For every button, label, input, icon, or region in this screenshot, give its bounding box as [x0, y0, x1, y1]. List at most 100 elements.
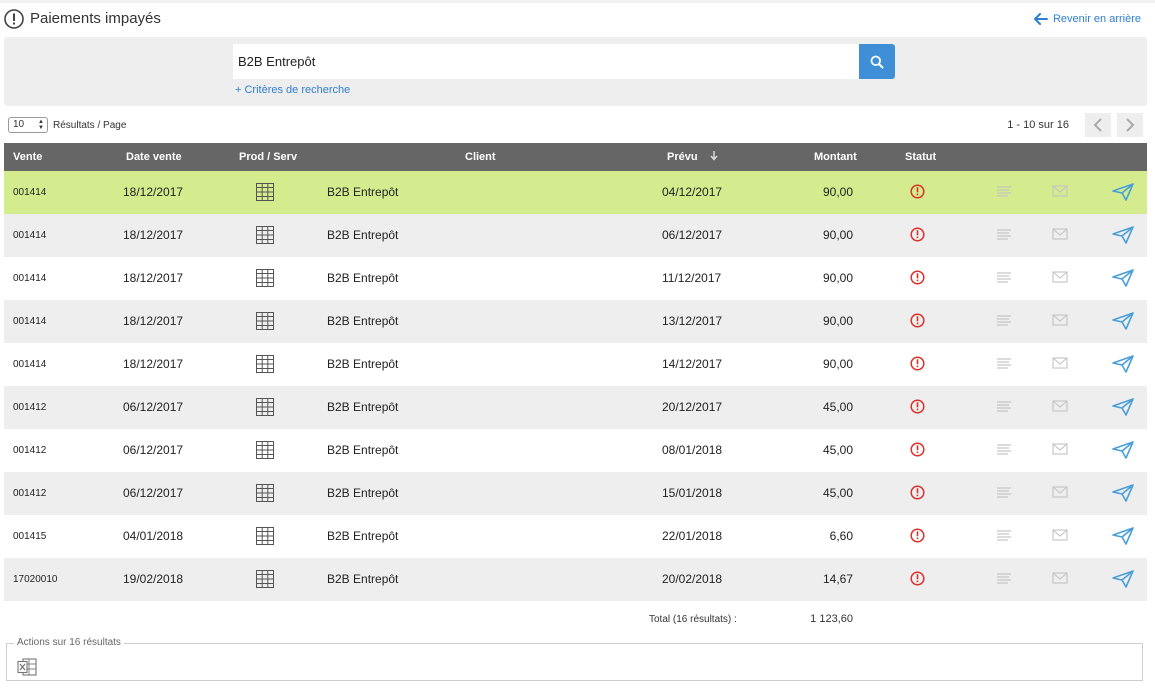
page-title: Paiements impayés: [30, 10, 161, 27]
grid-icon[interactable]: [256, 398, 274, 418]
grid-icon[interactable]: [256, 484, 274, 504]
cell-prevu: 11/12/2017: [662, 271, 722, 285]
send-reminder-icon[interactable]: [1112, 355, 1134, 375]
send-reminder-icon[interactable]: [1112, 398, 1134, 418]
table-row[interactable]: 001414 18/12/2017 B2B Entrepôt 14/12/201…: [4, 343, 1147, 386]
search-panel: + Critères de recherche: [4, 37, 1147, 106]
send-reminder-icon[interactable]: [1112, 441, 1134, 461]
column-header-montant[interactable]: Montant: [814, 143, 857, 171]
table-row[interactable]: 001414 18/12/2017 B2B Entrepôt 13/12/201…: [4, 300, 1147, 343]
chevron-right-icon: [1126, 118, 1135, 132]
details-list-icon[interactable]: [996, 228, 1012, 244]
grid-icon[interactable]: [256, 269, 274, 289]
total-value: 1 123,60: [810, 613, 853, 625]
table-row[interactable]: 001414 18/12/2017 B2B Entrepôt 06/12/201…: [4, 214, 1147, 257]
details-list-icon[interactable]: [996, 529, 1012, 545]
cell-prevu: 20/12/2017: [662, 400, 723, 414]
grid-icon[interactable]: [256, 570, 274, 590]
previous-page-button[interactable]: [1085, 113, 1111, 137]
send-reminder-icon[interactable]: [1112, 484, 1134, 504]
table-row[interactable]: 001412 06/12/2017 B2B Entrepôt 20/12/201…: [4, 386, 1147, 429]
column-header-client[interactable]: Client: [465, 143, 496, 171]
details-list-icon[interactable]: [996, 357, 1012, 373]
search-button[interactable]: [859, 44, 895, 79]
actions-legend: Actions sur 16 résultats: [14, 637, 124, 648]
email-icon[interactable]: [1052, 443, 1068, 459]
status-alert-icon: [910, 442, 925, 458]
table-row[interactable]: 001414 18/12/2017 B2B Entrepôt 11/12/201…: [4, 257, 1147, 300]
grid-icon[interactable]: [256, 441, 274, 461]
send-reminder-icon[interactable]: [1112, 312, 1134, 332]
details-list-icon[interactable]: [996, 443, 1012, 459]
table-row[interactable]: 001415 04/01/2018 B2B Entrepôt 22/01/201…: [4, 515, 1147, 558]
details-list-icon[interactable]: [996, 486, 1012, 502]
email-icon[interactable]: [1052, 185, 1068, 201]
send-reminder-icon[interactable]: [1112, 226, 1134, 246]
send-reminder-icon[interactable]: [1112, 527, 1134, 547]
cell-date-vente: 18/12/2017: [123, 271, 184, 285]
page-size-select[interactable]: 10 ▲ ▼: [8, 117, 48, 133]
cell-vente: 001414: [13, 230, 47, 241]
cell-montant: 90,00: [822, 228, 853, 242]
grid-icon[interactable]: [256, 226, 274, 246]
column-header-prevu[interactable]: Prévu: [667, 143, 719, 171]
grid-icon[interactable]: [256, 312, 274, 332]
email-icon[interactable]: [1052, 357, 1068, 373]
grid-icon[interactable]: [256, 183, 274, 203]
cell-prevu: 08/01/2018: [662, 443, 723, 457]
cell-montant: 45,00: [822, 486, 853, 500]
next-page-button[interactable]: [1117, 113, 1143, 137]
select-arrows-icon: ▲ ▼: [38, 119, 44, 131]
email-icon[interactable]: [1052, 400, 1068, 416]
table-row[interactable]: 001414 18/12/2017 B2B Entrepôt 04/12/201…: [4, 171, 1147, 214]
table-row[interactable]: 001412 06/12/2017 B2B Entrepôt 08/01/201…: [4, 429, 1147, 472]
cell-client: B2B Entrepôt: [327, 185, 399, 199]
pagination-range: 1 - 10 sur 16: [1007, 119, 1069, 131]
grid-icon[interactable]: [256, 527, 274, 547]
cell-client: B2B Entrepôt: [327, 357, 399, 371]
table-row[interactable]: 001412 06/12/2017 B2B Entrepôt 15/01/201…: [4, 472, 1147, 515]
cell-vente: 001414: [13, 187, 47, 198]
status-alert-icon: [910, 356, 925, 372]
search-criteria-link[interactable]: + Critères de recherche: [235, 84, 350, 96]
email-icon[interactable]: [1052, 486, 1068, 502]
cell-client: B2B Entrepôt: [327, 400, 399, 414]
cell-montant: 90,00: [822, 271, 853, 285]
email-icon[interactable]: [1052, 271, 1068, 287]
email-icon[interactable]: [1052, 572, 1068, 588]
status-alert-icon: [910, 270, 925, 286]
page-header: Paiements impayés Revenir en arrière: [4, 8, 1149, 32]
cell-date-vente: 18/12/2017: [123, 314, 184, 328]
details-list-icon[interactable]: [996, 572, 1012, 588]
cell-vente: 001412: [13, 488, 47, 499]
cell-prevu: 15/01/2018: [662, 486, 723, 500]
cell-date-vente: 19/02/2018: [123, 572, 184, 586]
email-icon[interactable]: [1052, 314, 1068, 330]
details-list-icon[interactable]: [996, 400, 1012, 416]
column-header-statut[interactable]: Statut: [905, 143, 936, 171]
send-reminder-icon[interactable]: [1112, 269, 1134, 289]
cell-client: B2B Entrepôt: [327, 443, 399, 457]
cell-prevu: 20/02/2018: [662, 572, 723, 586]
details-list-icon[interactable]: [996, 314, 1012, 330]
email-icon[interactable]: [1052, 529, 1068, 545]
cell-montant: 90,00: [822, 185, 853, 199]
cell-date-vente: 04/01/2018: [123, 529, 184, 543]
send-reminder-icon[interactable]: [1112, 183, 1134, 203]
column-header-vente[interactable]: Vente: [13, 143, 42, 171]
search-input[interactable]: [233, 44, 859, 79]
column-header-prod[interactable]: Prod / Serv: [239, 143, 297, 171]
column-header-date[interactable]: Date vente: [126, 143, 182, 171]
details-list-icon[interactable]: [996, 271, 1012, 287]
cell-prevu: 06/12/2017: [662, 228, 723, 242]
cell-montant: 90,00: [822, 314, 853, 328]
grid-icon[interactable]: [256, 355, 274, 375]
back-link[interactable]: Revenir en arrière: [1033, 13, 1141, 25]
cell-prevu: 04/12/2017: [662, 185, 723, 199]
email-icon[interactable]: [1052, 228, 1068, 244]
send-reminder-icon[interactable]: [1112, 570, 1134, 590]
table-row[interactable]: 17020010 19/02/2018 B2B Entrepôt 20/02/2…: [4, 558, 1147, 601]
excel-export-icon[interactable]: [17, 658, 37, 676]
details-list-icon[interactable]: [996, 185, 1012, 201]
page-size-value: 10: [13, 119, 25, 130]
